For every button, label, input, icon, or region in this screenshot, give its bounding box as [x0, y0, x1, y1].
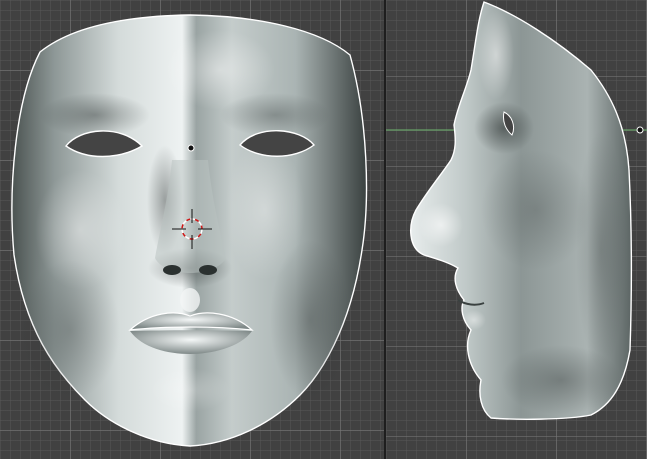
- app-window: [0, 0, 647, 459]
- object-origin-icon[interactable]: [187, 144, 195, 152]
- front-viewport[interactable]: [0, 0, 384, 459]
- side-face-canvas: [386, 1, 647, 420]
- side-viewport[interactable]: [386, 0, 647, 459]
- front-face-canvas: [11, 14, 368, 447]
- side-origin-marker[interactable]: [636, 126, 644, 134]
